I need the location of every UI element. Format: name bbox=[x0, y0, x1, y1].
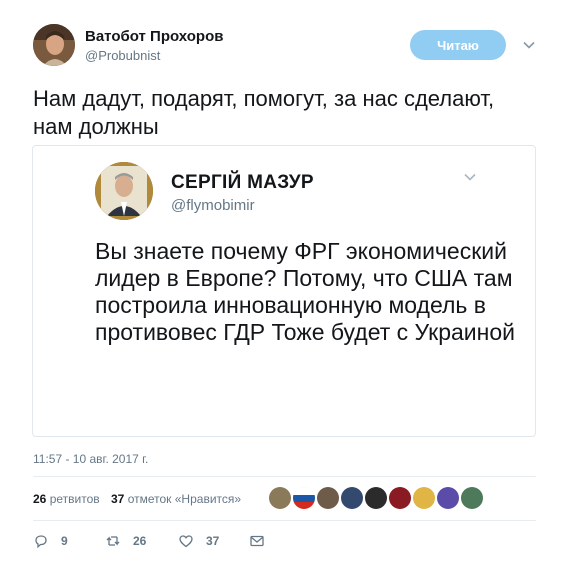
direct-message-button[interactable] bbox=[249, 530, 265, 552]
liker-avatar[interactable] bbox=[413, 487, 435, 509]
liker-avatar[interactable] bbox=[461, 487, 483, 509]
heart-icon bbox=[179, 535, 193, 548]
divider bbox=[33, 476, 536, 477]
retweets-stat-count: 26 bbox=[33, 492, 47, 506]
reply-count: 9 bbox=[61, 534, 68, 548]
envelope-icon bbox=[250, 535, 264, 547]
author-handle[interactable]: @Probubnist bbox=[85, 48, 160, 63]
quoted-author-avatar[interactable] bbox=[95, 162, 153, 220]
author-name[interactable]: Ватобот Прохоров bbox=[85, 28, 223, 45]
tweet-actions: 9 26 37 bbox=[33, 530, 536, 554]
likes-stat-label: отметок «Нравится» bbox=[127, 492, 242, 506]
liker-avatar[interactable] bbox=[389, 487, 411, 509]
liker-avatar[interactable] bbox=[341, 487, 363, 509]
divider bbox=[33, 520, 536, 521]
tweet-header: Ватобот Прохоров @Probubnist Читаю bbox=[33, 24, 543, 72]
reply-icon bbox=[35, 535, 47, 549]
retweet-icon bbox=[106, 536, 120, 546]
quoted-author-name[interactable]: СЕРГІЙ МАЗУР bbox=[171, 172, 314, 194]
reply-button[interactable]: 9 bbox=[33, 530, 68, 552]
chevron-down-icon[interactable] bbox=[463, 170, 477, 184]
author-avatar[interactable] bbox=[33, 24, 75, 66]
follow-button[interactable]: Читаю bbox=[410, 30, 506, 60]
quoted-tweet[interactable]: СЕРГІЙ МАЗУР @flymobimir Вы знаете почем… bbox=[32, 145, 536, 437]
tweet-timestamp[interactable]: 11:57 - 10 авг. 2017 г. bbox=[33, 452, 148, 466]
retweet-button[interactable]: 26 bbox=[105, 530, 146, 552]
quoted-author-handle[interactable]: @flymobimir bbox=[171, 197, 255, 214]
tweet-stats: 26 ретвитов 37 отметок «Нравится» bbox=[33, 484, 536, 514]
liker-avatar[interactable] bbox=[437, 487, 459, 509]
liker-avatar[interactable] bbox=[269, 487, 291, 509]
retweets-stat[interactable]: 26 ретвитов bbox=[33, 492, 100, 506]
like-button[interactable]: 37 bbox=[178, 530, 219, 552]
chevron-down-icon[interactable] bbox=[522, 38, 536, 52]
likes-stat-count: 37 bbox=[111, 492, 125, 506]
liker-avatar[interactable] bbox=[365, 487, 387, 509]
liker-avatar[interactable] bbox=[293, 487, 315, 509]
tweet-text: Нам дадут, подарят, помогут, за нас сдел… bbox=[33, 86, 495, 139]
like-count: 37 bbox=[206, 534, 220, 548]
likes-stat[interactable]: 37 отметок «Нравится» bbox=[111, 492, 241, 506]
quoted-tweet-text: Вы знаете почему ФРГ экономический лидер… bbox=[95, 238, 515, 345]
retweets-stat-label: ретвитов bbox=[49, 492, 100, 506]
liker-avatar[interactable] bbox=[317, 487, 339, 509]
retweet-count: 26 bbox=[133, 534, 147, 548]
